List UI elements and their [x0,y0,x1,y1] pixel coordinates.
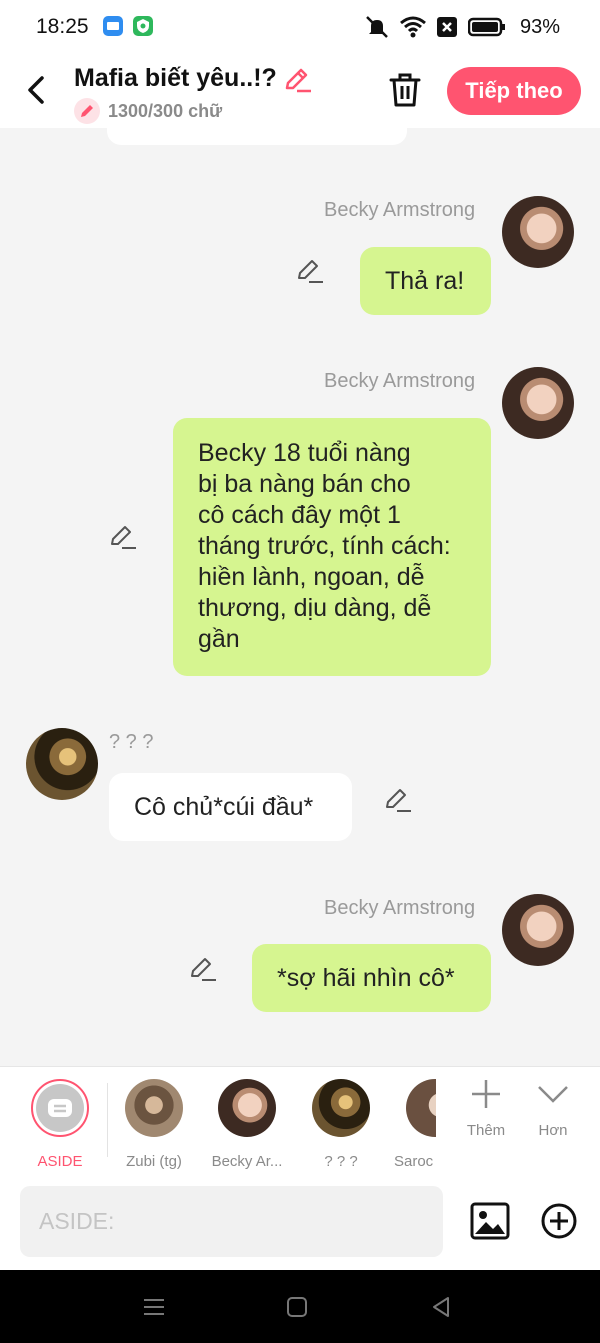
sender-name: Becky Armstrong [324,199,476,221]
message-text: Cô chủ*cúi đầu* [134,792,314,821]
message-bubble[interactable]: *sợ hãi nhìn cô* [252,944,491,1012]
avatar-becky[interactable] [502,367,574,439]
chevron-down-icon [538,1086,568,1103]
menu-icon[interactable] [141,1294,167,1320]
character-unknown[interactable]: ? ? ? [301,1079,381,1170]
edit-message-pencil-icon[interactable] [384,785,412,813]
character-becky[interactable]: Becky Ar... [207,1079,287,1170]
battery-percent: 93% [519,15,560,38]
sender-name: Becky Armstrong [324,897,476,919]
more-label: Hơn [538,1122,568,1139]
message-bubble[interactable]: Thả ra! [360,247,491,315]
character-selector: ASIDE Zubi (tg) Becky Ar... ? ? ? Saroc … [0,1066,600,1174]
status-bar: 18:25 93% [0,0,600,56]
mute-icon [366,16,388,38]
novel-app-icon [103,16,123,36]
system-nav-bar [0,1270,600,1343]
avatar-becky[interactable] [502,196,574,268]
plus-icon [472,1080,500,1108]
message-line: hiền lành, ngoan, dễ [198,563,425,591]
chat-area[interactable]: Becky Armstrong Thả ra! Becky Armstrong … [0,128,600,1066]
character-label: ? ? ? [324,1153,358,1170]
divider [107,1083,108,1157]
message-line: Becky 18 tuổi nàng [198,439,411,467]
status-time: 18:25 [36,15,89,38]
character-saroc[interactable]: Saroc [394,1079,436,1170]
character-zubi[interactable]: Zubi (tg) [114,1079,194,1170]
avatar-unknown[interactable] [26,728,98,800]
back-arrow-icon[interactable] [22,72,54,108]
message-input[interactable] [20,1186,443,1257]
edit-message-pencil-icon[interactable] [109,522,137,550]
message-line: thương, dịu dàng, dễ [198,594,432,622]
avatar [312,1079,370,1137]
edit-message-pencil-icon[interactable] [296,256,324,284]
trash-icon[interactable] [388,70,422,110]
message-line: tháng trước, tính cách: [198,532,451,560]
more-button[interactable]: Hơn [523,1077,583,1139]
edit-title-pencil-icon[interactable] [282,64,312,94]
sender-name: Becky Armstrong [324,370,476,392]
add-label: Thêm [466,1122,506,1139]
word-count-row: 1300/300 chữ [74,98,222,124]
header: Mafia biết yêu..!? 1300/300 chữ Tiếp the… [0,56,600,128]
message-line: bị ba nàng bán cho [198,470,411,498]
word-count: 1300/300 chữ [108,100,223,121]
sim-x-icon [436,17,457,37]
character-label: ASIDE [37,1153,83,1170]
back-triangle-icon[interactable] [428,1294,454,1320]
message-line: gần [198,625,240,653]
avatar [406,1079,436,1137]
edit-message-pencil-icon[interactable] [189,954,217,982]
character-label: Becky Ar... [211,1153,283,1170]
message-text: *sợ hãi nhìn cô* [277,963,455,992]
avatar-becky[interactable] [502,894,574,966]
character-aside[interactable]: ASIDE [20,1079,100,1170]
avatar [125,1079,183,1137]
sender-name: ? ? ? [109,731,154,753]
message-line: cô cách đây một 1 [198,501,401,529]
aside-avatar [31,1079,89,1137]
narration-icon [48,1099,72,1117]
input-bar [0,1174,600,1270]
battery-icon [467,17,505,37]
next-button[interactable]: Tiếp theo [447,67,581,115]
previous-bubble [107,128,407,145]
message-bubble[interactable]: Cô chủ*cúi đầu* [109,773,352,841]
image-icon[interactable] [470,1202,510,1240]
home-icon[interactable] [284,1294,310,1320]
wifi-icon [400,16,426,38]
add-character-button[interactable]: Thêm [456,1077,516,1139]
pencil-icon [74,98,100,124]
avatar [218,1079,276,1137]
message-text: Thả ra! [385,266,465,295]
shield-app-icon [133,16,153,36]
add-circle-icon[interactable] [540,1202,578,1240]
character-label: Saroc [394,1153,434,1170]
message-bubble[interactable]: Becky 18 tuổi nàng bị ba nàng bán cho cô… [173,418,491,676]
character-label: Zubi (tg) [126,1153,182,1170]
story-title: Mafia biết yêu..!? [74,64,277,92]
